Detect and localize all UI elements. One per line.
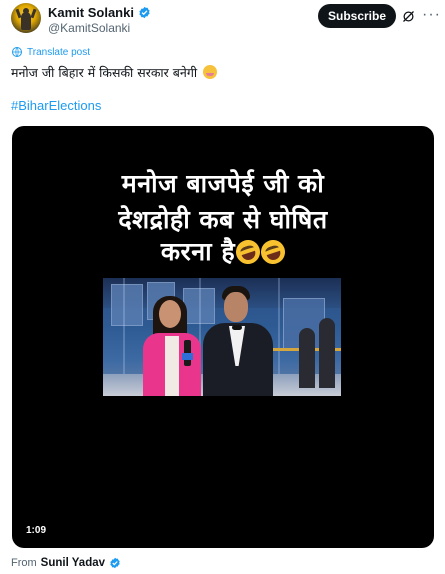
author-handle[interactable]: @KamitSolanki bbox=[48, 21, 130, 35]
rolling-laughing-emoji-icon bbox=[258, 236, 289, 268]
attribution-prefix: From bbox=[11, 557, 37, 569]
more-options-icon[interactable]: ··· bbox=[422, 6, 441, 24]
hand-over-mouth-emoji-icon bbox=[203, 65, 218, 79]
video-caption-line-3-text: करना है bbox=[160, 237, 236, 266]
video-caption-line-1: मनोज बाजपेई जी को bbox=[121, 169, 325, 198]
post-text: मनोज जी बिहार में किसकी सरकार बनेगी bbox=[11, 64, 218, 81]
attribution-source-name[interactable]: Sunil Yadav bbox=[41, 557, 105, 569]
grok-icon[interactable] bbox=[401, 9, 416, 24]
video-duration: 1:09 bbox=[26, 525, 47, 536]
rolling-laughing-emoji-icon bbox=[233, 236, 264, 268]
post-text-content: मनोज जी बिहार में किसकी सरकार बनेगी bbox=[11, 65, 198, 80]
video-attribution: From Sunil Yadav bbox=[11, 557, 121, 569]
translate-post-link[interactable]: Translate post bbox=[11, 46, 90, 58]
author-display-name[interactable]: Kamit Solanki bbox=[48, 5, 134, 20]
author-avatar[interactable] bbox=[11, 3, 41, 33]
video-caption-line-3: करना है bbox=[12, 234, 434, 268]
video-caption-line-2: देशद्रोही कब से घोषित bbox=[118, 205, 328, 234]
translate-icon bbox=[12, 47, 22, 57]
author-name-row: Kamit Solanki bbox=[48, 5, 151, 20]
verified-badge-icon bbox=[139, 6, 150, 19]
video-player[interactable]: मनोज बाजपेई जी को देशद्रोही कब से घोषित … bbox=[12, 126, 434, 548]
post-header: Kamit Solanki @KamitSolanki Subscribe ··… bbox=[0, 0, 445, 40]
verified-badge-icon bbox=[110, 557, 120, 569]
hashtag-link[interactable]: #BiharElections bbox=[11, 98, 101, 113]
subscribe-button[interactable]: Subscribe bbox=[318, 4, 396, 28]
video-frame-image bbox=[103, 278, 341, 396]
translate-post-label[interactable]: Translate post bbox=[27, 47, 90, 58]
